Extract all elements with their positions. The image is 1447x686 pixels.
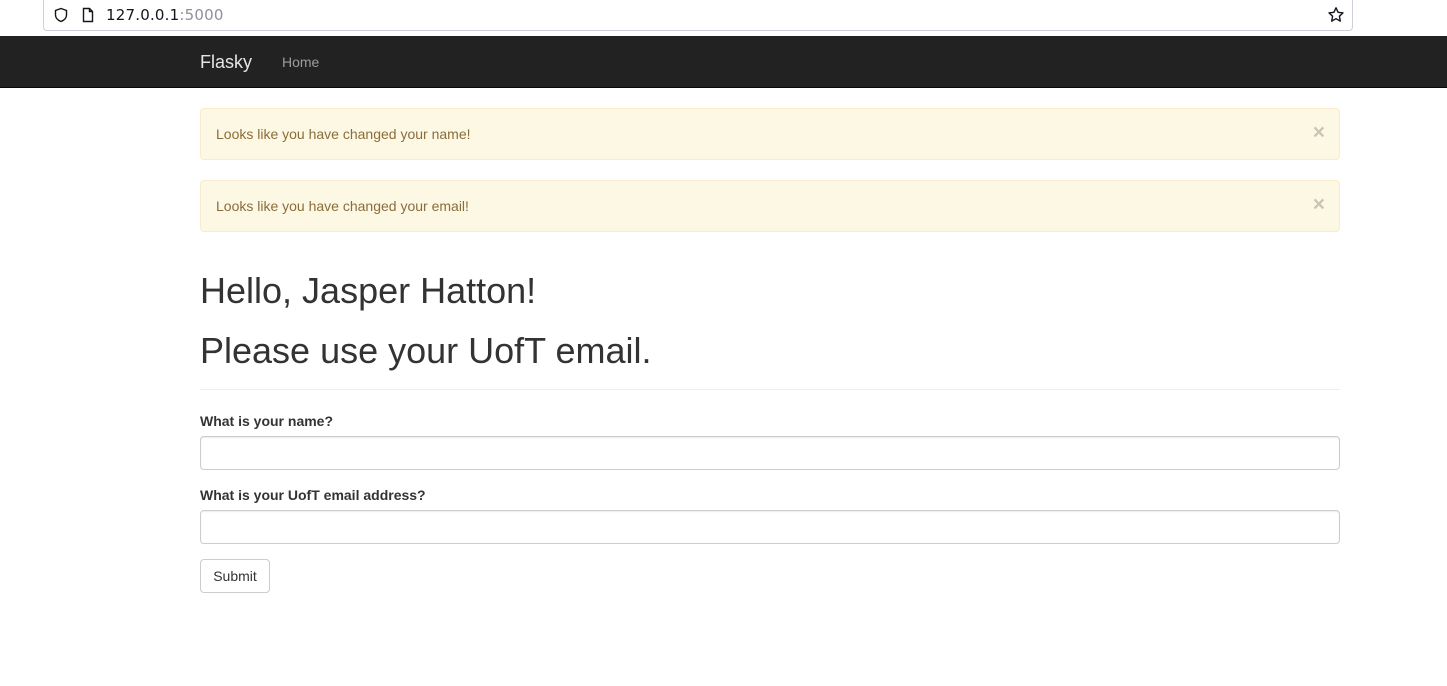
alert-message: Looks like you have changed your email! [216, 198, 469, 214]
star-icon[interactable] [1327, 6, 1345, 24]
email-label: What is your UofT email address? [200, 487, 426, 503]
alert-email-changed: Looks like you have changed your email! … [200, 180, 1340, 232]
close-icon[interactable]: × [1313, 194, 1325, 215]
alert-name-changed: Looks like you have changed your name! × [200, 108, 1340, 160]
url-text[interactable]: 127.0.0.1:5000 [106, 6, 224, 24]
navbar: Flasky Home [0, 36, 1447, 88]
header-divider [200, 389, 1340, 390]
navbar-brand[interactable]: Flasky [200, 52, 252, 73]
url-port: :5000 [179, 6, 224, 24]
url-host: 127.0.0.1 [106, 6, 180, 24]
browser-url-bar[interactable]: 127.0.0.1:5000 [43, 0, 1353, 31]
page-notice: Please use your UofT email. [200, 330, 652, 371]
close-icon[interactable]: × [1313, 122, 1325, 143]
alert-message: Looks like you have changed your name! [216, 126, 471, 142]
name-label: What is your name? [200, 413, 334, 429]
shield-icon[interactable] [53, 7, 69, 23]
page-title: Hello, Jasper Hatton! [200, 270, 537, 311]
page-icon [82, 7, 94, 23]
submit-button[interactable]: Submit [200, 559, 270, 593]
email-input[interactable] [200, 510, 1340, 544]
nav-link-home[interactable]: Home [282, 54, 319, 70]
name-input[interactable] [200, 436, 1340, 470]
